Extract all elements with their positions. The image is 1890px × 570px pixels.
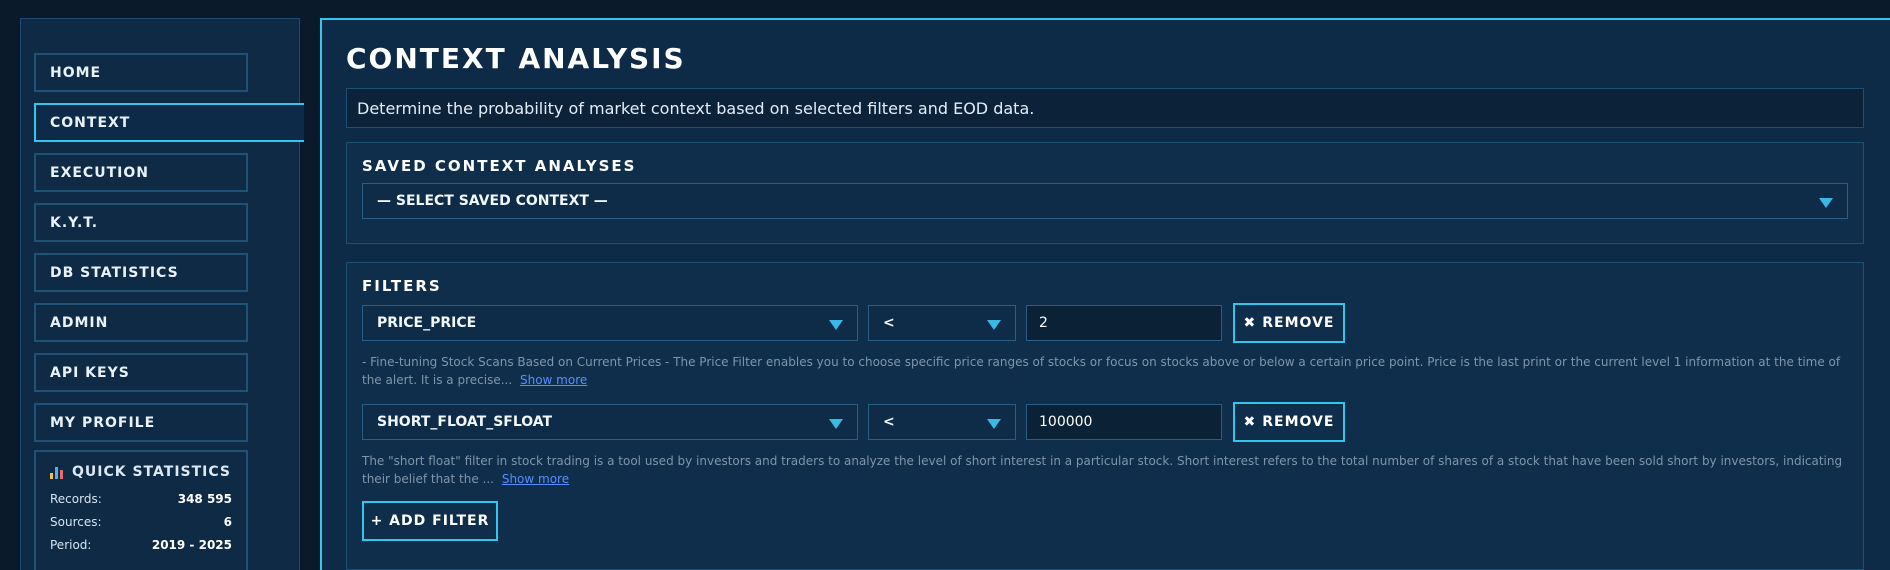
quick-statistics: QUICK STATISTICS Records: 348 595 Source…	[34, 450, 248, 570]
nav-admin[interactable]: ADMIN	[34, 303, 248, 342]
filter-field-select[interactable]: SHORT_FLOAT_SFLOAT	[362, 404, 858, 440]
filter-field-select[interactable]: PRICE_PRICE	[362, 305, 858, 341]
stat-records: Records: 348 595	[50, 492, 232, 506]
remove-filter-button[interactable]: ✖ REMOVE	[1233, 303, 1345, 343]
stat-sources: Sources: 6	[50, 515, 232, 529]
saved-context-title: SAVED CONTEXT ANALYSES	[362, 157, 637, 175]
saved-context-select[interactable]: — SELECT SAVED CONTEXT —	[362, 183, 1848, 219]
chevron-down-icon	[829, 320, 843, 330]
nav-home[interactable]: HOME	[34, 53, 248, 92]
chevron-down-icon	[1819, 198, 1833, 208]
nav-context[interactable]: CONTEXT	[34, 103, 304, 142]
filter-value-input[interactable]: 2	[1026, 305, 1222, 341]
bar-chart-icon	[50, 465, 64, 479]
show-more-link[interactable]: Show more	[502, 472, 569, 486]
nav-my-profile[interactable]: MY PROFILE	[34, 403, 248, 442]
remove-filter-button[interactable]: ✖ REMOVE	[1233, 402, 1345, 442]
close-icon: ✖	[1243, 315, 1257, 331]
nav-db-statistics[interactable]: DB STATISTICS	[34, 253, 248, 292]
page-title: CONTEXT ANALYSIS	[346, 42, 686, 75]
quick-statistics-title: QUICK STATISTICS	[72, 464, 231, 480]
page-description: Determine the probability of market cont…	[346, 88, 1864, 128]
filters-panel: FILTERS PRICE_PRICE < 2 ✖ REMOVE - Fine-…	[346, 262, 1864, 570]
nav-api-keys[interactable]: API KEYS	[34, 353, 248, 392]
chevron-down-icon	[829, 419, 843, 429]
close-icon: ✖	[1243, 414, 1257, 430]
nav-kyt[interactable]: K.Y.T.	[34, 203, 248, 242]
show-more-link[interactable]: Show more	[520, 373, 587, 387]
chevron-down-icon	[987, 419, 1001, 429]
stat-period: Period: 2019 - 2025	[50, 538, 232, 552]
nav-execution[interactable]: EXECUTION	[34, 153, 248, 192]
chevron-down-icon	[987, 320, 1001, 330]
filter-operator-select[interactable]: <	[868, 404, 1016, 440]
filter-value-input[interactable]: 100000	[1026, 404, 1222, 440]
add-filter-button[interactable]: + ADD FILTER	[362, 501, 498, 541]
filter-description: The "short float" filter in stock tradin…	[362, 454, 1843, 486]
saved-context-panel: SAVED CONTEXT ANALYSES — SELECT SAVED CO…	[346, 142, 1864, 244]
filter-description: - Fine-tuning Stock Scans Based on Curre…	[362, 355, 1841, 387]
filter-operator-select[interactable]: <	[868, 305, 1016, 341]
filters-title: FILTERS	[362, 277, 442, 295]
